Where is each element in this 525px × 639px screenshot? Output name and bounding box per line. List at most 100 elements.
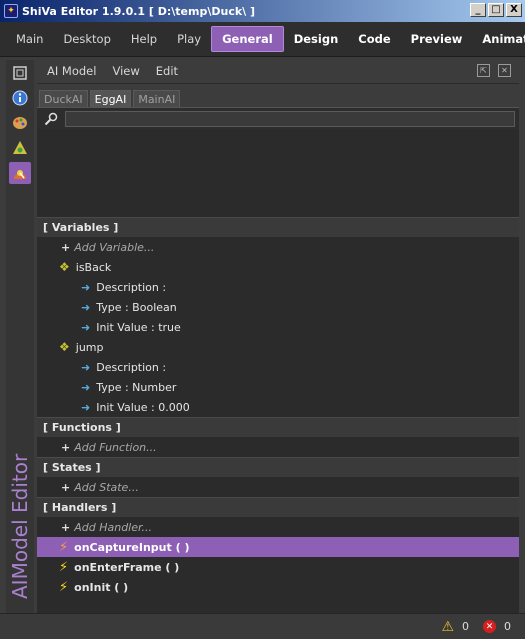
tab-mainai[interactable]: MainAI — [133, 90, 181, 107]
frame-icon — [13, 66, 27, 80]
warning-icon: ⚠ — [441, 618, 454, 635]
property-text: Type : Boolean — [96, 300, 177, 314]
magnifier-glyph — [44, 112, 58, 125]
palette-icon — [13, 117, 27, 129]
arrow-right-icon: ➜ — [81, 360, 91, 374]
info-module-button[interactable] — [9, 87, 31, 109]
plus-icon: + — [61, 440, 71, 454]
section-functions[interactable]: [ Functions ] — [37, 417, 519, 437]
detach-icon[interactable]: ⇱ — [477, 64, 490, 77]
info-icon — [12, 90, 28, 106]
property-text: Type : Number — [96, 380, 177, 394]
property-text: Description : — [96, 360, 167, 374]
scene-module-button[interactable] — [9, 137, 31, 159]
property-text: Init Value : true — [96, 320, 181, 334]
add-state-label: Add State... — [74, 480, 139, 494]
plus-icon: + — [61, 480, 71, 494]
variable-description-row[interactable]: ➜ Description : — [37, 357, 519, 377]
errors-indicator[interactable]: ✕ 0 — [483, 620, 511, 633]
frame-toggle-button[interactable] — [9, 62, 31, 84]
property-text: Init Value : 0.000 — [96, 400, 190, 414]
main-menu-bar: Main Desktop Help Play General Design Co… — [0, 22, 525, 57]
menu-desktop[interactable]: Desktop — [53, 26, 120, 52]
warning-count: 0 — [462, 620, 469, 633]
aimodel-tabs: DuckAI EggAI MainAI — [37, 87, 519, 107]
add-state-item[interactable]: + Add State... — [37, 477, 519, 497]
add-variable-label: Add Variable... — [74, 240, 155, 254]
variable-init-row[interactable]: ➜ Init Value : 0.000 — [37, 397, 519, 417]
close-button[interactable]: X — [506, 3, 522, 17]
handler-item-oninit[interactable]: ⚡ onInit ( ) — [37, 577, 519, 597]
tab-duckai[interactable]: DuckAI — [39, 90, 88, 107]
scene-icon — [13, 141, 27, 154]
preview-area — [37, 129, 519, 217]
handler-name: onEnterFrame ( ) — [74, 560, 180, 574]
arrow-right-icon: ➜ — [81, 280, 91, 294]
window-title: ShiVa Editor 1.9.0.1 [ D:\temp\Duck\ ] — [22, 4, 256, 18]
close-panel-icon[interactable]: ✕ — [498, 64, 511, 77]
editor-vertical-title: AIModel Editor — [8, 453, 32, 599]
aimodel-tree: [ Variables ] + Add Variable... ❖ isBack… — [37, 217, 519, 629]
search-bar — [37, 107, 519, 129]
title-bar: ✦ ShiVa Editor 1.9.0.1 [ D:\temp\Duck\ ]… — [0, 0, 525, 22]
menu-code[interactable]: Code — [348, 26, 400, 52]
add-function-item[interactable]: + Add Function... — [37, 437, 519, 457]
variable-icon: ❖ — [59, 260, 70, 274]
handler-name: onCaptureInput ( ) — [74, 540, 190, 554]
variable-item-jump[interactable]: ❖ jump — [37, 337, 519, 357]
variable-name: isBack — [75, 260, 112, 274]
maximize-button[interactable]: □ — [488, 3, 504, 17]
search-input[interactable] — [65, 110, 515, 127]
error-icon: ✕ — [483, 620, 496, 633]
add-variable-item[interactable]: + Add Variable... — [37, 237, 519, 257]
variable-item-isback[interactable]: ❖ isBack — [37, 257, 519, 277]
module-sidebar: AIModel Editor — [6, 60, 34, 613]
warnings-indicator[interactable]: ⚠ 0 — [441, 619, 469, 635]
arrow-right-icon: ➜ — [81, 320, 91, 334]
add-handler-item[interactable]: + Add Handler... — [37, 517, 519, 537]
section-states[interactable]: [ States ] — [37, 457, 519, 477]
tab-eggai[interactable]: EggAI — [89, 90, 132, 107]
plus-icon: + — [61, 520, 71, 534]
menu-play[interactable]: Play — [167, 26, 211, 52]
search-icon[interactable] — [41, 111, 61, 127]
section-variables[interactable]: [ Variables ] — [37, 217, 519, 237]
menu-preview[interactable]: Preview — [401, 26, 473, 52]
property-text: Description : — [96, 280, 167, 294]
status-bar: ⚠ 0 ✕ 0 — [0, 613, 525, 639]
variable-icon: ❖ — [59, 340, 70, 354]
menu-ai-model[interactable]: AI Model — [39, 64, 104, 78]
app-icon: ✦ — [4, 4, 18, 18]
menu-animation[interactable]: Animation — [472, 26, 525, 52]
arrow-right-icon: ➜ — [81, 400, 91, 414]
variable-type-row[interactable]: ➜ Type : Boolean — [37, 297, 519, 317]
variable-name: jump — [75, 340, 104, 354]
variable-description-row[interactable]: ➜ Description : — [37, 277, 519, 297]
menu-main[interactable]: Main — [6, 26, 53, 52]
arrow-right-icon: ➜ — [81, 300, 91, 314]
panel-toolbar: AI Model View Edit ⇱ ✕ — [37, 58, 519, 84]
menu-view[interactable]: View — [104, 64, 147, 78]
vertical-title-area: AIModel Editor — [6, 409, 34, 609]
variable-type-row[interactable]: ➜ Type : Number — [37, 377, 519, 397]
window-controls: _ □ X — [470, 3, 522, 17]
material-module-button[interactable] — [9, 112, 31, 134]
aimodel-editor-panel: AI Model View Edit ⇱ ✕ DuckAI EggAI Main… — [37, 58, 519, 629]
lightning-bolt-icon: ⚡ — [59, 539, 69, 555]
menu-help[interactable]: Help — [121, 26, 167, 52]
lightning-bolt-icon: ⚡ — [59, 579, 69, 595]
menu-general[interactable]: General — [211, 26, 284, 52]
handler-item-onenterframe[interactable]: ⚡ onEnterFrame ( ) — [37, 557, 519, 577]
section-handlers[interactable]: [ Handlers ] — [37, 497, 519, 517]
handler-item-oncaptureinput[interactable]: ⚡ onCaptureInput ( ) — [37, 537, 519, 557]
menu-edit[interactable]: Edit — [148, 64, 186, 78]
variable-init-row[interactable]: ➜ Init Value : true — [37, 317, 519, 337]
plus-icon: + — [61, 240, 71, 254]
handler-name: onInit ( ) — [74, 580, 129, 594]
arrow-right-icon: ➜ — [81, 380, 91, 394]
error-count: 0 — [504, 620, 511, 633]
minimize-button[interactable]: _ — [470, 3, 486, 17]
panel-tools: ⇱ ✕ — [477, 64, 519, 77]
menu-design[interactable]: Design — [284, 26, 349, 52]
aimodel-module-button[interactable] — [9, 162, 31, 184]
